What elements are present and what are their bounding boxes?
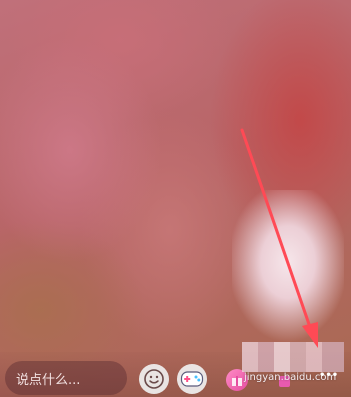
gift-icon xyxy=(232,376,242,386)
emoji-button[interactable] xyxy=(139,364,169,394)
more-icon[interactable]: ••• xyxy=(319,370,338,381)
game-button[interactable] xyxy=(177,364,207,394)
smiley-face-icon xyxy=(144,369,164,389)
gamepad-icon xyxy=(180,371,204,387)
comment-placeholder: 说点什么... xyxy=(16,372,81,388)
blurred-light-panel xyxy=(232,190,344,350)
mosaic-blur-overlay xyxy=(242,342,344,372)
comment-input[interactable]: 说点什么... xyxy=(5,361,127,395)
